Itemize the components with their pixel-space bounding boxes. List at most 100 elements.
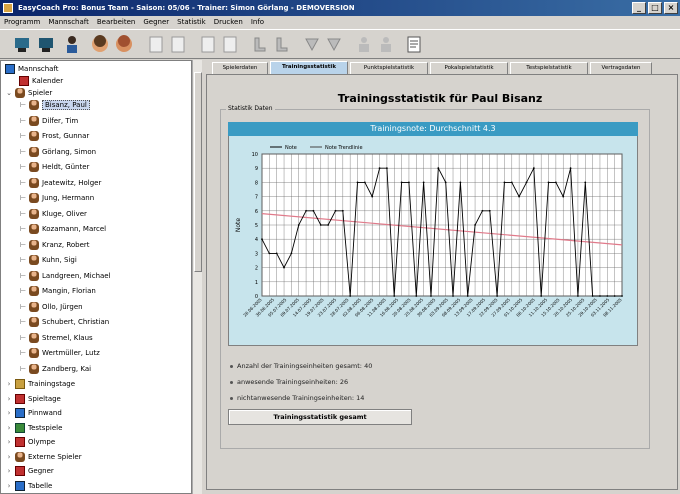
expand-icon[interactable]: ⊢ <box>19 347 27 360</box>
expand-icon[interactable]: ⊢ <box>19 130 27 143</box>
tree-player[interactable]: ⊢ Heldt, Günter <box>19 161 89 174</box>
maximize-button[interactable]: □ <box>648 2 662 14</box>
tree-player[interactable]: ⊢ Kranz, Robert <box>19 239 90 252</box>
team2-icon[interactable] <box>36 34 56 54</box>
tree-player[interactable]: ⊢ Ollo, Jürgen <box>19 301 83 314</box>
people-icon[interactable] <box>354 34 374 54</box>
arrow2-icon[interactable] <box>324 34 344 54</box>
expand-icon[interactable]: ⊢ <box>19 146 27 159</box>
tree-player[interactable]: ⊢ Bisanz, Paul <box>19 99 90 112</box>
tree-folder[interactable]: › Externe Spieler <box>5 451 82 464</box>
tree-folder[interactable]: › Olympe <box>5 436 55 449</box>
tab-trainingsstatistik[interactable]: Trainingsstatistik <box>270 61 348 74</box>
expand-icon[interactable]: ⊢ <box>19 363 27 376</box>
expand-icon[interactable]: ⊢ <box>19 161 27 174</box>
tab-punktspielstatistik[interactable]: Punktspielstatistik <box>350 62 428 74</box>
people2-icon[interactable] <box>376 34 396 54</box>
menu-drucken[interactable]: Drucken <box>214 16 243 29</box>
expand-icon[interactable]: ⊢ <box>19 192 27 205</box>
doc-icon[interactable] <box>146 34 166 54</box>
expand-icon[interactable]: › <box>5 407 13 420</box>
expand-icon[interactable]: › <box>5 378 13 391</box>
doc4-icon[interactable] <box>220 34 240 54</box>
tree-folder-label: Olympe <box>28 438 56 446</box>
team-icon[interactable] <box>12 34 32 54</box>
face2-icon[interactable] <box>114 34 134 54</box>
expand-icon[interactable]: ⊢ <box>19 270 27 283</box>
tree-player[interactable]: ⊢ Stremel, Klaus <box>19 332 93 345</box>
tree-folder[interactable]: › Testspiele <box>5 422 62 435</box>
tab-vertragsdaten[interactable]: Vertragsdaten <box>590 62 652 74</box>
minimize-button[interactable]: _ <box>632 2 646 14</box>
expand-icon[interactable]: ⊢ <box>19 332 27 345</box>
tab-testspielstatistik[interactable]: Testspielstatistik <box>510 62 588 74</box>
expand-icon[interactable]: ⊢ <box>19 285 27 298</box>
expand-icon[interactable]: › <box>5 480 13 493</box>
expand-icon[interactable]: ⊢ <box>19 316 27 329</box>
print-icon[interactable] <box>404 34 424 54</box>
tab-bar: Spielerdaten Trainingsstatistik Punktspi… <box>206 61 676 74</box>
app-icon <box>3 3 13 13</box>
menu-gegner[interactable]: Gegner <box>143 16 169 29</box>
tree-folder[interactable]: › Trainingstage <box>5 378 75 391</box>
expand-icon[interactable]: ⊢ <box>19 239 27 252</box>
tree-player[interactable]: ⊢ Dilfer, Tim <box>19 115 78 128</box>
tree-player[interactable]: ⊢ Wertmüller, Lutz <box>19 347 100 360</box>
menu-mannschaft[interactable]: Mannschaft <box>48 16 89 29</box>
tab-spielerdaten[interactable]: Spielerdaten <box>212 62 268 74</box>
expand-icon[interactable]: ⊢ <box>19 208 27 221</box>
doc3-icon[interactable] <box>198 34 218 54</box>
tree-player[interactable]: ⊢ Schubert, Christian <box>19 316 109 329</box>
tree-player-label: Heldt, Günter <box>42 163 90 171</box>
tree-player[interactable]: ⊢ Jung, Hermann <box>19 192 94 205</box>
expand-icon[interactable]: › <box>5 465 13 478</box>
expand-icon[interactable]: ⊢ <box>19 115 27 128</box>
data-point <box>452 295 454 297</box>
tree-folder[interactable]: › Gegner <box>5 465 54 478</box>
menu-bearbeiten[interactable]: Bearbeiten <box>97 16 135 29</box>
menu-statistik[interactable]: Statistik <box>177 16 206 29</box>
tree-player[interactable]: ⊢ Landgreen, Michael <box>19 270 111 283</box>
tool2-icon[interactable] <box>272 34 292 54</box>
tree-player[interactable]: ⊢ Görlang, Simon <box>19 146 96 159</box>
tree-player[interactable]: ⊢ Kluge, Oliver <box>19 208 87 221</box>
player-icon[interactable] <box>62 34 82 54</box>
tree-folder[interactable]: › Pinnwand <box>5 407 62 420</box>
tree-player-label: Wertmüller, Lutz <box>42 349 100 357</box>
expand-icon[interactable]: › <box>5 436 13 449</box>
face-icon[interactable] <box>90 34 110 54</box>
y-tick-label: 1 <box>255 280 258 286</box>
expand-icon[interactable]: › <box>5 393 13 406</box>
player-icon <box>29 208 39 219</box>
tree-player[interactable]: ⊢ Mangin, Florian <box>19 285 96 298</box>
tree-folder[interactable]: › Tabelle <box>5 480 52 493</box>
expand-icon[interactable]: ⊢ <box>19 223 27 236</box>
data-point <box>415 295 418 297</box>
scroll-thumb[interactable] <box>194 72 202 272</box>
tree-scrollbar[interactable] <box>192 60 202 494</box>
expand-icon[interactable]: ⊢ <box>19 301 27 314</box>
tree-player[interactable]: ⊢ Frost, Gunnar <box>19 130 89 143</box>
tree-folder[interactable]: › Spieltage <box>5 393 61 406</box>
tree-player[interactable]: ⊢ Zandberg, Kai <box>19 363 91 376</box>
close-button[interactable]: × <box>664 2 678 14</box>
data-point <box>474 224 476 226</box>
arrow-icon[interactable] <box>302 34 322 54</box>
expand-icon[interactable]: › <box>5 451 13 464</box>
folder-icon <box>15 451 25 462</box>
tree-player[interactable]: ⊢ Kuhn, Sigi <box>19 254 77 267</box>
expand-icon[interactable]: ⊢ <box>19 177 27 190</box>
collapse-icon[interactable]: ⌄ <box>5 87 13 100</box>
tree-player[interactable]: ⊢ Kozamann, Marcel <box>19 223 106 236</box>
tool-icon[interactable] <box>250 34 270 54</box>
expand-icon[interactable]: › <box>5 422 13 435</box>
y-tick-label: 5 <box>255 223 258 229</box>
expand-icon[interactable]: ⊢ <box>19 254 27 267</box>
tab-pokalspielstatistik[interactable]: Pokalspielstatistik <box>430 62 508 74</box>
training-stats-total-button[interactable]: Trainingsstatistik gesamt <box>228 409 412 425</box>
menu-programm[interactable]: Programm <box>4 16 40 29</box>
tree-player[interactable]: ⊢ Jeatewitz, Holger <box>19 177 101 190</box>
menu-info[interactable]: Info <box>251 16 264 29</box>
doc2-icon[interactable] <box>168 34 188 54</box>
expand-icon[interactable]: ⊢ <box>19 99 27 112</box>
